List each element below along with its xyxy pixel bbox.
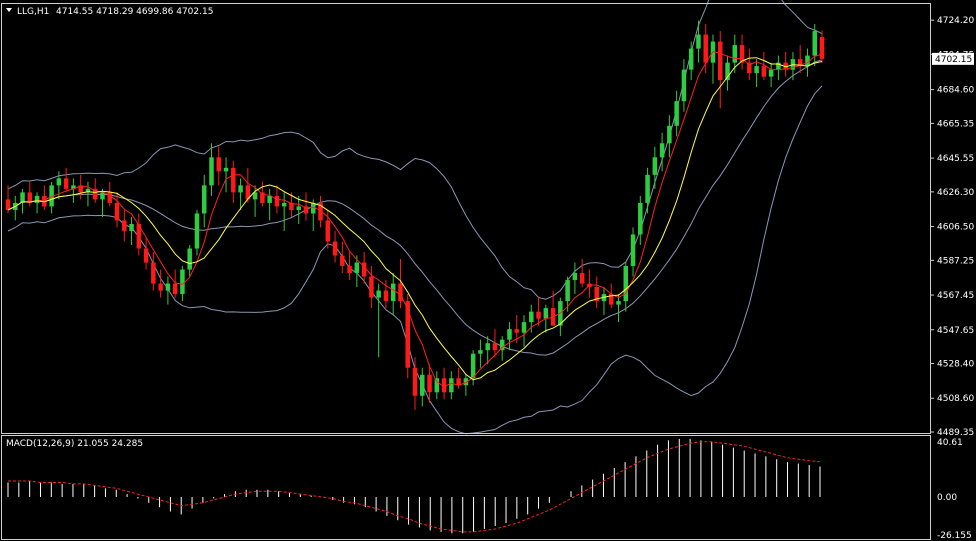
candle-body [405, 301, 410, 368]
candle-body [645, 174, 650, 203]
candle-body [129, 223, 134, 231]
candle-body [536, 311, 541, 319]
candle-body [194, 213, 200, 249]
candle-body [143, 248, 149, 263]
candle-body [158, 283, 163, 291]
price-tick-label: 4626.30 [937, 188, 974, 198]
candle-body [681, 69, 687, 102]
candle-body [659, 143, 665, 158]
candle-body [100, 192, 105, 200]
candle-body [732, 45, 738, 63]
candle-body [151, 262, 156, 284]
candle-body [390, 283, 396, 302]
candle-body [761, 66, 767, 77]
candle-body [485, 343, 490, 351]
price-tick-label: 4508.60 [937, 394, 974, 404]
current-price-label: 4702.15 [935, 55, 972, 65]
price-tick-label: 4606.50 [937, 223, 974, 233]
candle-body [768, 69, 774, 77]
candle-body [347, 266, 352, 274]
candle-body [56, 178, 62, 186]
candle-body [216, 157, 222, 172]
candle-body [754, 66, 759, 74]
price-tick-label: 4489.35 [937, 428, 974, 438]
candle-body [638, 202, 643, 235]
candle-body [819, 37, 825, 59]
symbol-label: LLG,H1 [17, 7, 49, 17]
candle-body [34, 195, 40, 203]
price-tick-label: 4528.40 [937, 360, 974, 370]
price-tick-label: 4684.60 [937, 86, 974, 96]
candle-body [267, 195, 272, 203]
candle-body [412, 367, 418, 396]
price-tick-label: 4547.65 [937, 326, 974, 336]
candle-body [376, 290, 381, 298]
candle-body [180, 269, 185, 295]
candle-body [165, 283, 171, 291]
candle-body [434, 378, 440, 393]
candle-body [478, 350, 483, 354]
candle-body [696, 34, 701, 49]
macd-tick-label: -26.155 [937, 531, 972, 541]
price-tick-label: 4587.25 [937, 256, 974, 266]
chart-background [0, 0, 976, 541]
candle-body [281, 202, 287, 207]
candle-body [296, 206, 301, 210]
ohlc-label: 4714.55 4718.29 4699.86 4702.15 [56, 7, 213, 17]
candle-body [209, 157, 214, 186]
candle-body [5, 199, 11, 210]
candle-body [274, 195, 280, 207]
candle-body [470, 353, 476, 379]
candle-body [579, 273, 585, 284]
candle-body [420, 374, 425, 396]
price-tick-label: 4724.20 [937, 16, 974, 26]
candle-body [63, 178, 69, 189]
candle-body [703, 34, 708, 63]
macd-tick-label: 0.00 [937, 493, 957, 503]
macd-tick-label: 40.61 [937, 438, 963, 448]
candle-body [521, 322, 527, 333]
candle-body [572, 273, 578, 281]
candle-body [238, 185, 243, 193]
macd-header: MACD(12,26,9) 21.055 24.285 [6, 439, 143, 449]
chart-header: LLG,H1 4714.55 4718.29 4699.86 4702.15 [6, 7, 213, 17]
candle-body [354, 262, 360, 274]
price-tick-label: 4645.55 [937, 154, 974, 164]
candle-body [630, 234, 636, 267]
candle-body [543, 308, 549, 319]
candle-body [332, 241, 338, 256]
candle-body [623, 266, 629, 302]
candle-body [674, 101, 679, 126]
candle-body [122, 220, 127, 231]
candle-body [325, 220, 331, 242]
chart-canvas: 4724.204704.754684.604665.354645.554626.… [0, 0, 976, 541]
candle-body [492, 343, 498, 351]
candle-body [172, 283, 178, 295]
candle-body [340, 255, 345, 267]
price-tick-label: 4567.45 [937, 291, 974, 301]
candle-body [514, 329, 520, 333]
candle-body [717, 41, 723, 81]
candle-body [565, 280, 570, 302]
candle-body [667, 125, 672, 144]
candle-body [652, 157, 658, 175]
candle-body [812, 31, 817, 56]
candle-body [507, 329, 512, 340]
price-tick-label: 4665.35 [937, 119, 974, 129]
candle-body [201, 185, 207, 214]
candle-body [383, 290, 389, 302]
candle-body [231, 167, 236, 193]
candle-body [529, 311, 534, 323]
candle-body [369, 276, 374, 298]
candle-body [114, 202, 120, 221]
candle-body [449, 378, 454, 393]
macd-label: MACD(12,26,9) 21.055 24.285 [6, 439, 143, 449]
candle-body [616, 301, 621, 305]
candle-body [427, 374, 432, 393]
candle-body [187, 248, 192, 270]
candle-body [223, 167, 229, 172]
candle-body [688, 48, 694, 70]
